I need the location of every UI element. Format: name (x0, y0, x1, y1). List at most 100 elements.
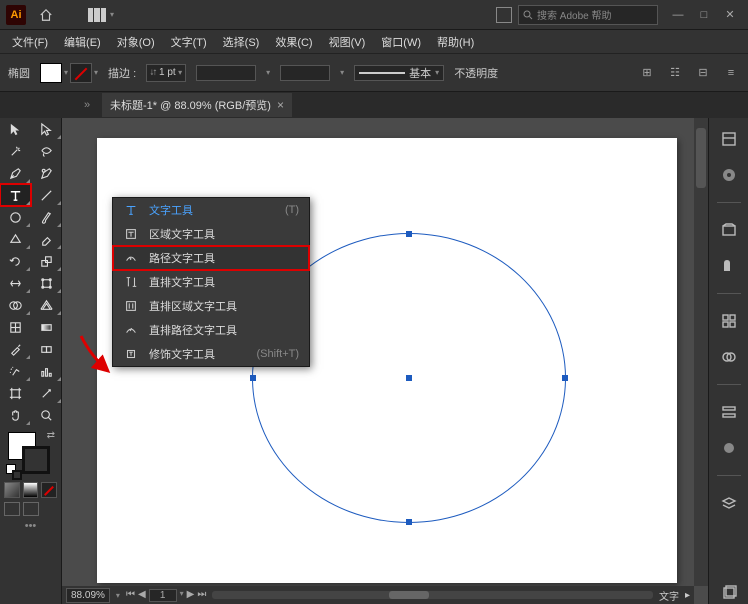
flyout-type-tool[interactable]: 文字工具 (T) (113, 198, 309, 222)
type-tool[interactable] (0, 184, 31, 206)
symbols-panel-icon[interactable] (718, 346, 740, 368)
color-panel-icon[interactable] (718, 164, 740, 186)
document-tab[interactable]: 未标题-1* @ 88.09% (RGB/预览) × (102, 93, 292, 117)
perspective-tool[interactable] (31, 294, 62, 316)
artboard-number[interactable]: 1 (149, 589, 177, 602)
search-input[interactable]: 搜索 Adobe 帮助 (518, 5, 658, 25)
menu-type[interactable]: 文字(T) (165, 32, 213, 52)
gradient-tool[interactable] (31, 316, 62, 338)
horizontal-scrollbar[interactable] (212, 591, 653, 599)
stroke-color-icon[interactable] (22, 446, 50, 474)
paintbrush-tool[interactable] (31, 206, 62, 228)
slice-tool[interactable] (31, 382, 62, 404)
menu-file[interactable]: 文件(F) (6, 32, 54, 52)
direct-selection-tool[interactable] (31, 118, 62, 140)
stroke-swatch[interactable] (70, 63, 92, 83)
minimize-button[interactable]: — (666, 5, 690, 25)
stroke-weight-input[interactable]: ⮃ 1 pt ▾ (146, 64, 186, 82)
menu-window[interactable]: 窗口(W) (375, 32, 427, 52)
edit-toolbar-button[interactable]: ••• (0, 518, 61, 534)
artboard-prev[interactable]: ◀ (138, 589, 146, 602)
curvature-tool[interactable] (31, 162, 62, 184)
eyedropper-tool[interactable] (0, 338, 31, 360)
pen-tool[interactable] (0, 162, 31, 184)
zoom-dropdown-icon[interactable]: ▾ (116, 591, 120, 600)
screen-mode-full[interactable] (23, 502, 39, 516)
scale-tool[interactable] (31, 250, 62, 272)
h-scroll-thumb[interactable] (389, 591, 429, 599)
gradient-mode-button[interactable] (23, 482, 39, 498)
zoom-level-input[interactable]: 88.09% (66, 588, 110, 603)
color-mode-button[interactable] (4, 482, 20, 498)
mesh-tool[interactable] (0, 316, 31, 338)
menu-object[interactable]: 对象(O) (111, 32, 161, 52)
shaper-tool[interactable] (0, 228, 31, 250)
eraser-tool[interactable] (31, 228, 62, 250)
brush-def[interactable] (280, 65, 330, 81)
free-transform-tool[interactable] (31, 272, 62, 294)
artboard-tool[interactable] (0, 382, 31, 404)
opacity-label[interactable]: 不透明度 (454, 65, 498, 81)
menu-edit[interactable]: 编辑(E) (58, 32, 107, 52)
align-icon[interactable]: ⊞ (638, 64, 656, 82)
handle-left[interactable] (250, 375, 256, 381)
libraries-panel-icon[interactable] (718, 219, 740, 241)
properties-panel-icon[interactable] (718, 128, 740, 150)
stroke-panel-icon[interactable] (718, 401, 740, 423)
menu-help[interactable]: 帮助(H) (431, 32, 480, 52)
center-point[interactable] (406, 375, 412, 381)
tab-expand-icon[interactable]: » (80, 99, 94, 111)
fill-stroke-swatch[interactable]: ⇄ (0, 426, 61, 480)
swatches-panel-icon[interactable] (718, 255, 740, 277)
flyout-touch-type-tool[interactable]: 修饰文字工具 (Shift+T) (113, 342, 309, 366)
screen-mode-normal[interactable] (4, 502, 20, 516)
vertical-scrollbar[interactable] (694, 118, 708, 586)
close-button[interactable]: ✕ (718, 5, 742, 25)
layers-panel-icon[interactable] (718, 492, 740, 514)
flyout-vertical-path-type-tool[interactable]: 直排路径文字工具 (113, 318, 309, 342)
shape-builder-tool[interactable] (0, 294, 31, 316)
blend-tool[interactable] (31, 338, 62, 360)
handle-bottom[interactable] (406, 519, 412, 525)
tab-close-button[interactable]: × (277, 98, 284, 112)
line-tool[interactable] (31, 184, 62, 206)
brushes-panel-icon[interactable] (718, 310, 740, 332)
ellipse-tool[interactable] (0, 206, 31, 228)
selection-tool[interactable] (0, 118, 31, 140)
artboard-next[interactable]: ▶ (187, 589, 195, 602)
transform-icon[interactable]: ☷ (666, 64, 684, 82)
swap-colors-icon[interactable]: ⇄ (47, 430, 55, 441)
symbol-sprayer-tool[interactable] (0, 360, 31, 382)
panel-menu-icon[interactable]: ≡ (722, 64, 740, 82)
flyout-vertical-area-type-tool[interactable]: 直排区域文字工具 (113, 294, 309, 318)
flyout-path-type-tool[interactable]: 路径文字工具 (113, 246, 309, 270)
var-width-profile[interactable] (196, 65, 256, 81)
menu-view[interactable]: 视图(V) (323, 32, 372, 52)
handle-right[interactable] (562, 375, 568, 381)
zoom-tool[interactable] (31, 404, 62, 426)
lasso-tool[interactable] (31, 140, 62, 162)
magic-wand-tool[interactable] (0, 140, 31, 162)
home-button[interactable] (34, 3, 58, 27)
fill-swatch[interactable] (40, 63, 62, 83)
canvas[interactable]: 88.09% ▾ ⏮ ◀ 1 ▾ ▶ ⏭ 文字 ▸ 文字工具 (62, 118, 708, 604)
hand-tool[interactable] (0, 404, 31, 426)
status-menu-icon[interactable]: ▸ (685, 590, 690, 601)
more-panels-icon[interactable] (718, 582, 740, 604)
flyout-vertical-type-tool[interactable]: 直排文字工具 (113, 270, 309, 294)
width-tool[interactable] (0, 272, 31, 294)
handle-top[interactable] (406, 231, 412, 237)
none-mode-button[interactable] (41, 482, 57, 498)
artboard-first[interactable]: ⏮ (126, 589, 135, 602)
arrange-documents-button[interactable]: ▾ (88, 8, 114, 22)
isolate-icon[interactable]: ⊟ (694, 64, 712, 82)
graphic-style-preview[interactable]: 基本 ▾ (354, 65, 444, 81)
artboard-last[interactable]: ⏭ (197, 589, 206, 602)
appearance-panel-icon[interactable] (718, 437, 740, 459)
graph-tool[interactable] (31, 360, 62, 382)
menu-effect[interactable]: 效果(C) (269, 32, 318, 52)
rotate-tool[interactable] (0, 250, 31, 272)
v-scroll-thumb[interactable] (696, 128, 706, 188)
maximize-button[interactable]: □ (692, 5, 716, 25)
menu-select[interactable]: 选择(S) (217, 32, 266, 52)
